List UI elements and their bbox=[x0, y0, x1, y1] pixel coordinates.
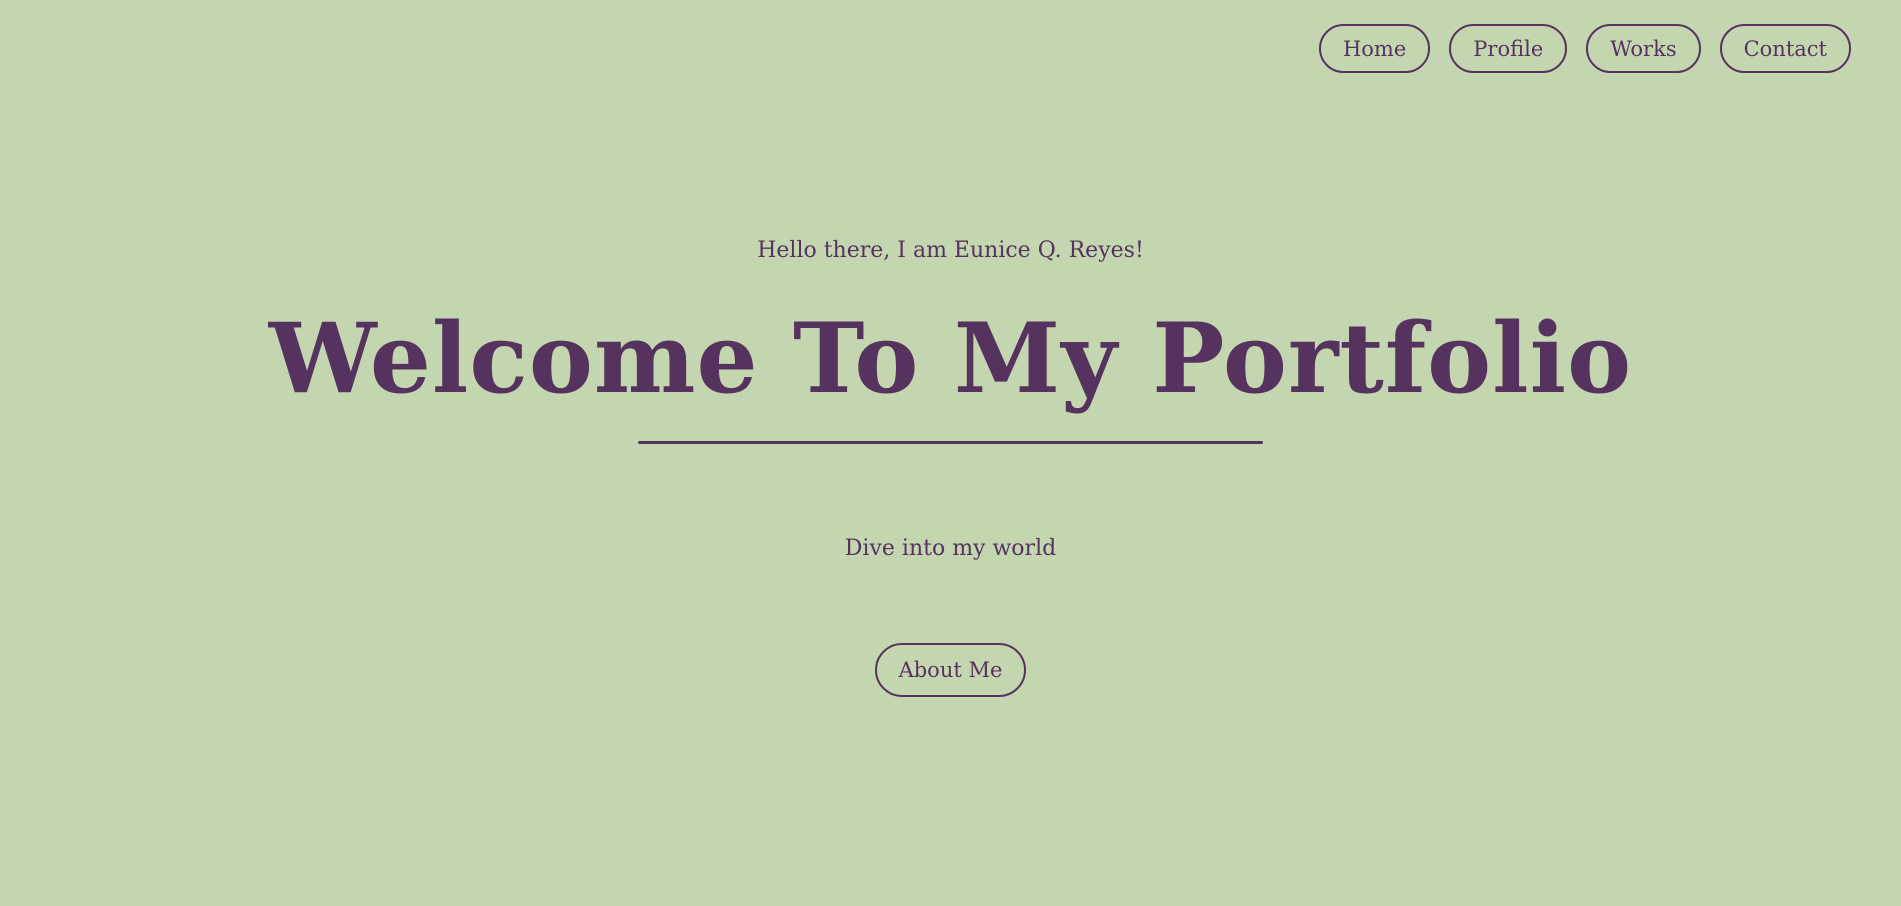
greeting-text: Hello there, I am Eunice Q. Reyes! bbox=[757, 238, 1144, 263]
nav-home-button[interactable]: Home bbox=[1318, 24, 1431, 73]
nav-profile-button[interactable]: Profile bbox=[1449, 24, 1568, 73]
page-title: Welcome To My Portfolio bbox=[268, 302, 1633, 415]
title-divider bbox=[638, 441, 1263, 444]
nav-contact-button[interactable]: Contact bbox=[1719, 24, 1851, 73]
tagline-text: Dive into my world bbox=[844, 536, 1057, 561]
top-nav: Home Profile Works Contact bbox=[1318, 24, 1851, 73]
nav-works-button[interactable]: Works bbox=[1586, 24, 1701, 73]
about-me-button[interactable]: About Me bbox=[875, 643, 1026, 697]
